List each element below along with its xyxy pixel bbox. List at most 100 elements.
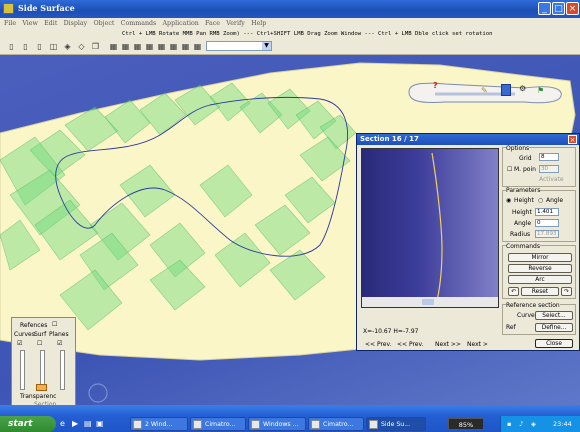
- app-icon: [193, 420, 202, 429]
- grid-field[interactable]: 8: [539, 153, 559, 161]
- document-icon[interactable]: [501, 84, 511, 96]
- menu-application[interactable]: Application: [163, 18, 199, 29]
- grid-2-icon[interactable]: ▦: [120, 41, 131, 52]
- view-iso-icon[interactable]: ◫: [48, 41, 59, 52]
- maximize-button[interactable]: □: [552, 2, 565, 15]
- window-icon: [251, 420, 260, 429]
- task-windows[interactable]: Windows ...: [248, 417, 306, 431]
- wire-icon[interactable]: ◇: [76, 41, 87, 52]
- view-front-icon[interactable]: ▯: [6, 41, 17, 52]
- angle-radio-icon[interactable]: ○: [538, 197, 543, 204]
- grid-label: Grid: [519, 155, 532, 162]
- media-icon[interactable]: ▶: [72, 419, 78, 428]
- flag-icon[interactable]: ⚑: [537, 86, 547, 96]
- define-button[interactable]: Define...: [535, 323, 573, 332]
- clock[interactable]: 23:44: [553, 416, 572, 432]
- transparency-panel: Refences ☐ Curves Surf Planes ☑ ☐ ☑ Tran…: [11, 317, 76, 411]
- task-label: 2 Wind...: [145, 421, 173, 428]
- menu-display[interactable]: Display: [64, 18, 88, 29]
- tools-icon[interactable]: ⚙: [519, 84, 529, 94]
- folder-icon[interactable]: ▤: [84, 419, 92, 428]
- start-button[interactable]: start: [0, 416, 56, 432]
- task-windows-group[interactable]: 2 Wind...: [130, 417, 188, 431]
- surf-slider-thumb[interactable]: [36, 384, 47, 391]
- references-checkbox[interactable]: ☐: [52, 321, 57, 328]
- help-icon[interactable]: ?: [433, 81, 441, 90]
- commands-label: Commands: [506, 243, 540, 250]
- select-button[interactable]: Select...: [535, 311, 573, 320]
- menu-edit[interactable]: Edit: [44, 18, 57, 29]
- next-fast-button[interactable]: Next >: [467, 340, 488, 349]
- menu-face[interactable]: Face: [205, 18, 220, 29]
- surf-label: Surf: [34, 331, 47, 338]
- security-icon[interactable]: ◈: [531, 416, 536, 432]
- task-cimatron-1[interactable]: Cimatro...: [190, 417, 246, 431]
- next-button[interactable]: Next >>: [435, 340, 461, 349]
- menu-view[interactable]: View: [22, 18, 38, 29]
- ie-icon[interactable]: e: [60, 419, 65, 428]
- task-cimatron-2[interactable]: Cimatro...: [308, 417, 364, 431]
- grid-3-icon[interactable]: ▦: [132, 41, 143, 52]
- height-radio-icon[interactable]: ◉: [506, 197, 511, 204]
- grid-4-icon[interactable]: ▦: [144, 41, 155, 52]
- grid-6-icon[interactable]: ▦: [168, 41, 179, 52]
- prev-button[interactable]: << Prev.: [365, 340, 392, 349]
- reverse-button[interactable]: Reverse: [508, 264, 572, 273]
- minimize-button[interactable]: _: [538, 2, 551, 15]
- angle-radio-label: Angle: [546, 197, 564, 204]
- surf-checkbox[interactable]: ☐: [37, 340, 42, 347]
- m-point-field[interactable]: 30: [539, 165, 559, 173]
- copy-icon[interactable]: ❐: [90, 41, 101, 52]
- shade-icon[interactable]: ◈: [62, 41, 73, 52]
- section-plot[interactable]: [361, 148, 499, 308]
- desktop-icon[interactable]: ▣: [96, 419, 104, 428]
- redo-icon[interactable]: ↷: [561, 287, 572, 296]
- undo-icon[interactable]: ↶: [508, 287, 519, 296]
- prev-fast-button[interactable]: << Prev.: [397, 340, 424, 349]
- transparency-label: Transparenc: [20, 393, 57, 400]
- close-icon[interactable]: ×: [568, 135, 577, 144]
- ref-label: Ref: [506, 324, 516, 331]
- references-label: Refences: [20, 322, 48, 329]
- m-point-checkbox[interactable]: ☐: [507, 166, 512, 173]
- battery-meter[interactable]: 85%: [448, 418, 484, 430]
- network-icon[interactable]: ▪: [507, 416, 511, 432]
- grid-7-icon[interactable]: ▦: [180, 41, 191, 52]
- task-side-surface[interactable]: Side Su...: [366, 417, 426, 431]
- menu-object[interactable]: Object: [93, 18, 114, 29]
- menu-bar: File View Edit Display Object Commands A…: [0, 18, 580, 29]
- mirror-button[interactable]: Mirror: [508, 253, 572, 262]
- section-dialog-title[interactable]: Section 16 / 17: [357, 134, 579, 145]
- coordinate-readout: X=-10.67 H=-7.97: [363, 328, 419, 335]
- curves-slider[interactable]: [20, 350, 25, 390]
- menu-verify[interactable]: Verify: [226, 18, 245, 29]
- window-title-bar[interactable]: Side Surface _ □ ×: [0, 0, 580, 18]
- watermark-logo: [88, 383, 108, 403]
- view-top-icon[interactable]: ▯: [34, 41, 45, 52]
- grid-5-icon[interactable]: ▦: [156, 41, 167, 52]
- close-button[interactable]: ×: [566, 2, 579, 15]
- chevron-down-icon[interactable]: ▼: [262, 42, 271, 50]
- radius-label: Radius: [510, 231, 531, 238]
- planes-checkbox[interactable]: ☑: [57, 340, 62, 347]
- curves-checkbox[interactable]: ☑: [17, 340, 22, 347]
- scrollbar-thumb[interactable]: [422, 299, 434, 305]
- pencil-icon[interactable]: ✎: [481, 86, 491, 96]
- reset-button[interactable]: Reset: [521, 287, 559, 296]
- height-field[interactable]: 1.401: [535, 208, 559, 216]
- radius-field[interactable]: 17.893: [535, 230, 559, 238]
- activate-label: Activate: [539, 176, 564, 183]
- menu-help[interactable]: Help: [251, 18, 266, 29]
- arc-button[interactable]: Arc: [508, 275, 572, 284]
- menu-file[interactable]: File: [4, 18, 16, 29]
- view-select[interactable]: ▼: [206, 41, 272, 51]
- menu-commands[interactable]: Commands: [121, 18, 157, 29]
- speaker-icon[interactable]: ♪: [519, 416, 523, 432]
- grid-8-icon[interactable]: ▦: [192, 41, 203, 52]
- planes-slider[interactable]: [60, 350, 65, 390]
- view-side-icon[interactable]: ▯: [20, 41, 31, 52]
- grid-1-icon[interactable]: ▦: [108, 41, 119, 52]
- close-dialog-button[interactable]: Close: [535, 339, 573, 348]
- system-tray: ▪ ♪ ◈ 23:44: [500, 416, 580, 432]
- angle-field[interactable]: 0: [535, 219, 559, 227]
